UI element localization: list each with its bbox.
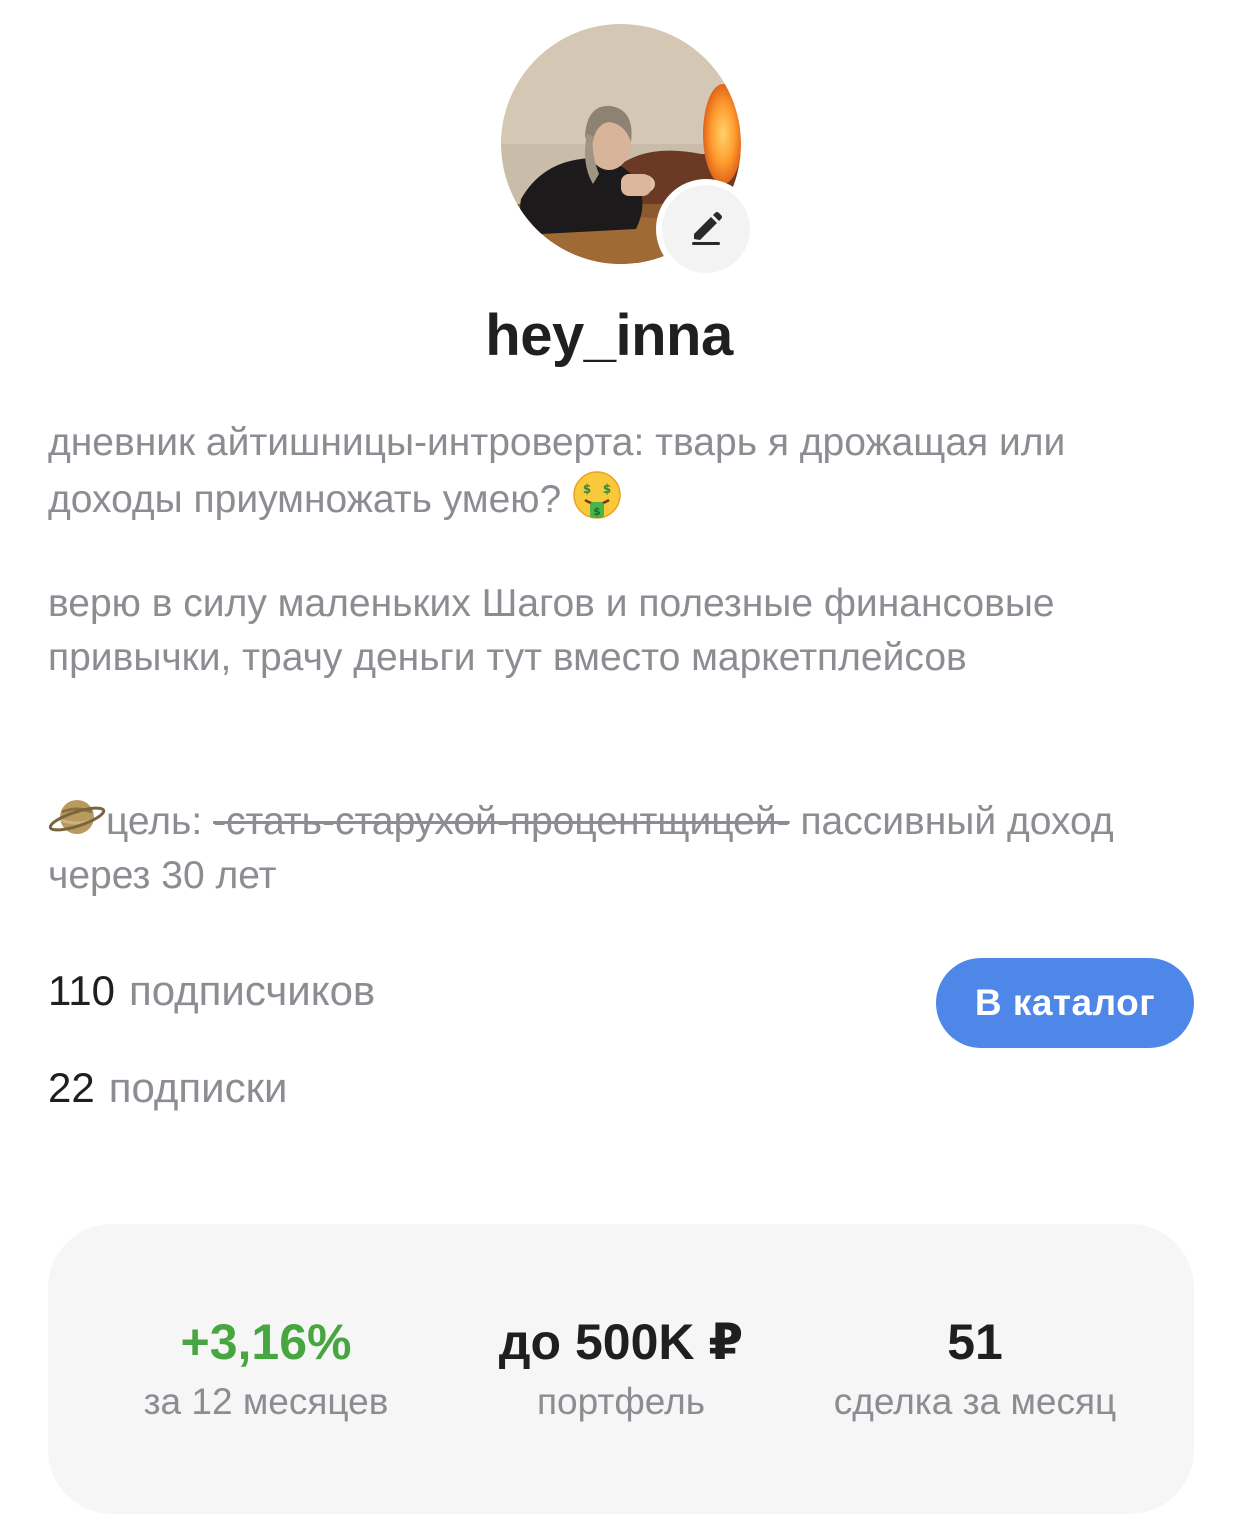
stats-card: +3,16% за 12 месяцев до 500K ₽ портфель … bbox=[48, 1224, 1194, 1514]
followers-label: подписчиков bbox=[128, 967, 376, 1014]
bio-paragraph-3: цель: -стать-старухой-процентщицей- пасс… bbox=[48, 792, 1198, 903]
followers-number: 110 bbox=[48, 967, 115, 1014]
svg-text:$: $ bbox=[603, 482, 611, 496]
avatar-container bbox=[501, 24, 750, 273]
bio-text-1: дневник айтишницы-интроверта: тварь я др… bbox=[48, 421, 1066, 521]
ringed-planet-emoji-icon bbox=[48, 800, 106, 834]
deals-value: 51 bbox=[947, 1314, 1003, 1370]
deals-metric: 51 сделка за месяц bbox=[795, 1312, 1155, 1424]
goal-strikethrough: -стать-старухой-процентщицей- bbox=[213, 800, 790, 843]
portfolio-label: портфель bbox=[537, 1381, 705, 1422]
deals-label: сделка за месяц bbox=[833, 1381, 1117, 1422]
following-label: подписки bbox=[108, 1064, 288, 1111]
catalog-button[interactable]: В каталог bbox=[936, 958, 1194, 1048]
bio-text-2: верю в силу маленьких Шагов и полезные ф… bbox=[48, 582, 1055, 679]
money-mouth-face-emoji-icon: $ $ $ bbox=[573, 471, 621, 519]
bio-paragraph-2: верю в силу маленьких Шагов и полезные ф… bbox=[48, 577, 1198, 685]
pencil-icon bbox=[692, 212, 722, 245]
followers-count[interactable]: 110 подписчиков bbox=[48, 966, 375, 1016]
svg-text:$: $ bbox=[583, 482, 591, 496]
bio-paragraph-1: дневник айтишницы-интроверта: тварь я др… bbox=[48, 416, 1198, 527]
return-metric: +3,16% за 12 месяцев bbox=[86, 1312, 446, 1424]
edit-avatar-button[interactable] bbox=[662, 185, 750, 273]
goal-label: цель: bbox=[106, 800, 203, 843]
following-number: 22 bbox=[48, 1064, 95, 1111]
return-label: за 12 месяцев bbox=[143, 1381, 389, 1422]
svg-text:$: $ bbox=[593, 505, 601, 518]
portfolio-value: до 500K ₽ bbox=[498, 1314, 744, 1370]
return-value: +3,16% bbox=[180, 1314, 352, 1370]
profile-username: hey_inna bbox=[485, 303, 733, 368]
following-count[interactable]: 22 подписки bbox=[48, 1063, 287, 1113]
portfolio-metric: до 500K ₽ портфель bbox=[441, 1312, 801, 1424]
